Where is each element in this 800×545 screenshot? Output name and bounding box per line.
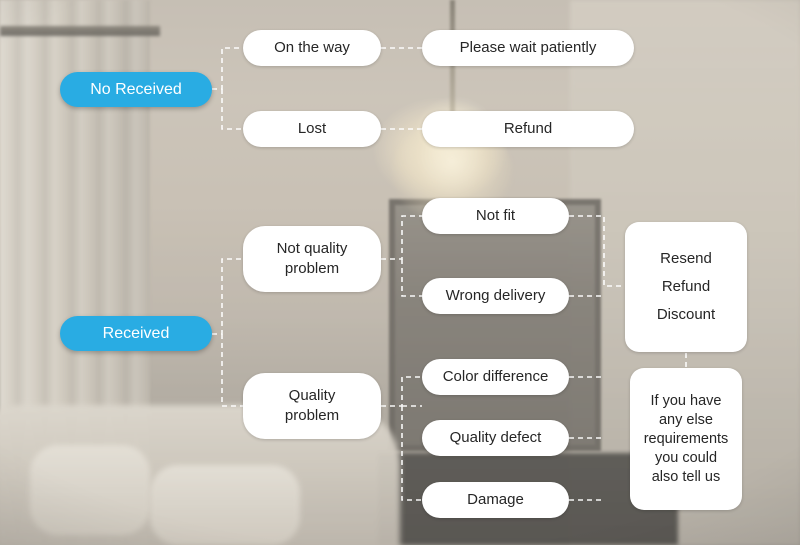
screenshot-root: No Received Received On the way Please w…: [0, 0, 800, 545]
node-color-difference-label: Color difference: [442, 368, 549, 385]
node-quality-problem-line-2: problem: [284, 407, 340, 424]
node-please-wait-patiently[interactable]: Please wait patiently: [422, 30, 634, 66]
node-refund-top-label: Refund: [503, 120, 553, 137]
node-resolution-resend: Resend: [660, 250, 712, 267]
node-contact-note-line-1: If you have: [650, 392, 722, 409]
node-resolution-options[interactable]: Resend Refund Discount: [625, 222, 747, 352]
stage-received-label: Received: [102, 324, 170, 342]
node-resolution-discount: Discount: [656, 306, 716, 323]
node-wrong-delivery-label: Wrong delivery: [445, 287, 546, 304]
node-lost-label: Lost: [297, 120, 327, 137]
node-please-wait-patiently-label: Please wait patiently: [459, 39, 597, 56]
node-damage[interactable]: Damage: [422, 482, 569, 518]
node-color-difference[interactable]: Color difference: [422, 359, 569, 395]
node-not-quality-problem[interactable]: Not quality problem: [243, 226, 381, 292]
stage-received[interactable]: Received: [60, 316, 212, 351]
node-quality-defect[interactable]: Quality defect: [422, 420, 569, 456]
node-quality-problem-line-1: Quality: [288, 387, 336, 404]
node-not-quality-problem-line-1: Not quality: [276, 240, 348, 257]
node-not-fit-label: Not fit: [475, 207, 516, 224]
node-contact-note-line-2: any else: [658, 411, 713, 428]
node-not-fit[interactable]: Not fit: [422, 198, 569, 234]
node-quality-defect-label: Quality defect: [449, 429, 542, 446]
node-not-quality-problem-line-2: problem: [284, 260, 340, 277]
node-refund-top[interactable]: Refund: [422, 111, 634, 147]
node-contact-note-line-3: requirements: [643, 430, 729, 447]
node-resolution-refund: Refund: [661, 278, 711, 295]
stage-no-received[interactable]: No Received: [60, 72, 212, 107]
node-damage-label: Damage: [467, 491, 524, 508]
node-contact-note-line-4: you could: [654, 449, 718, 466]
node-on-the-way-label: On the way: [274, 39, 350, 56]
node-lost[interactable]: Lost: [243, 111, 381, 147]
node-wrong-delivery[interactable]: Wrong delivery: [422, 278, 569, 314]
flow-diagram: No Received Received On the way Please w…: [0, 0, 800, 545]
node-contact-note-line-5: also tell us: [651, 468, 721, 485]
node-quality-problem[interactable]: Quality problem: [243, 373, 381, 439]
node-on-the-way[interactable]: On the way: [243, 30, 381, 66]
stage-no-received-label: No Received: [90, 80, 182, 98]
node-contact-note[interactable]: If you have any else requirements you co…: [630, 368, 742, 510]
